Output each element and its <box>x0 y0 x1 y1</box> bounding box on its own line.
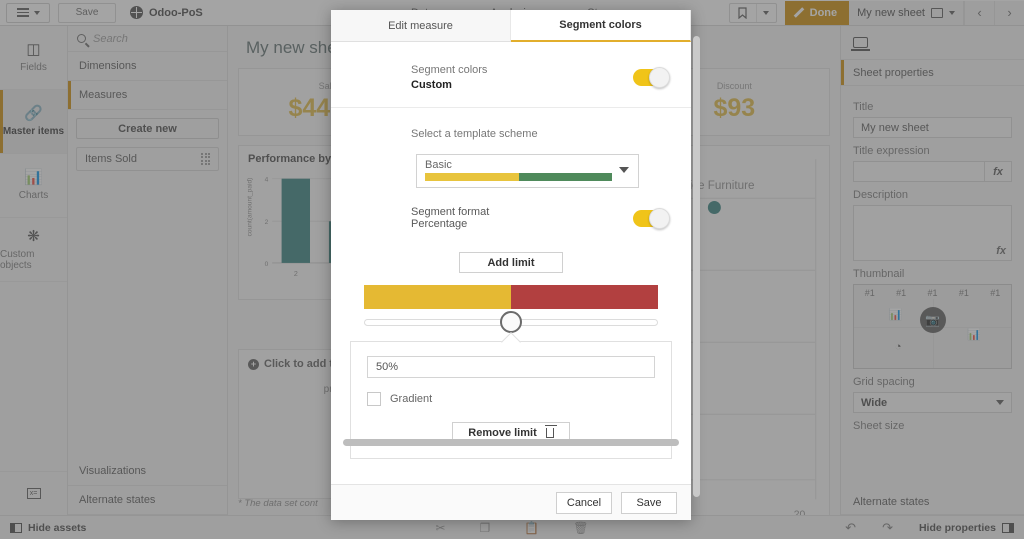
tab-segment-colors[interactable]: Segment colors <box>511 10 691 42</box>
segment-colors-row: Segment colors Custom <box>331 42 691 108</box>
segment-red[interactable] <box>511 285 658 309</box>
segment-colors-dialog: Edit measure Segment colors Segment colo… <box>331 10 691 520</box>
dialog-vertical-scrollbar[interactable] <box>693 36 700 497</box>
template-scheme-value: Basic <box>425 159 630 171</box>
add-limit-button[interactable]: Add limit <box>459 252 563 273</box>
remove-limit-label: Remove limit <box>468 427 536 439</box>
template-scheme-select[interactable]: Basic <box>416 154 639 188</box>
segment-color-bar[interactable] <box>364 285 658 309</box>
trash-icon <box>546 428 554 438</box>
segment-yellow[interactable] <box>364 285 511 309</box>
gradient-checkbox[interactable] <box>367 392 381 406</box>
segment-colors-toggle[interactable] <box>633 69 669 86</box>
chevron-down-icon <box>619 167 629 173</box>
dialog-body: Segment colors Custom Select a template … <box>331 42 691 484</box>
save-button[interactable]: Save <box>621 492 677 514</box>
limit-slider[interactable] <box>364 316 658 328</box>
template-scheme-label: Select a template scheme <box>331 108 691 140</box>
dialog-footer: Cancel Save <box>331 484 691 520</box>
cancel-button[interactable]: Cancel <box>556 492 612 514</box>
gradient-row[interactable]: Gradient <box>367 392 655 406</box>
toggle-knob <box>649 208 670 229</box>
segment-format-label: Segment format <box>411 206 633 218</box>
segment-format-row: Segment format Percentage <box>331 188 691 230</box>
template-scheme-preview <box>425 173 612 181</box>
tab-edit-measure[interactable]: Edit measure <box>331 10 511 41</box>
segment-format-toggle[interactable] <box>633 210 669 227</box>
slider-knob[interactable] <box>500 311 522 333</box>
segment-format-value: Percentage <box>411 218 633 230</box>
gradient-label: Gradient <box>390 393 432 405</box>
dialog-tabs: Edit measure Segment colors <box>331 10 691 42</box>
horizontal-scrollbar[interactable] <box>343 439 679 446</box>
toggle-knob <box>649 67 670 88</box>
limit-value: 50% <box>376 361 398 373</box>
limit-value-input[interactable]: 50% <box>367 356 655 378</box>
segment-colors-label: Segment colors <box>411 64 633 76</box>
segment-colors-value: Custom <box>411 79 633 91</box>
